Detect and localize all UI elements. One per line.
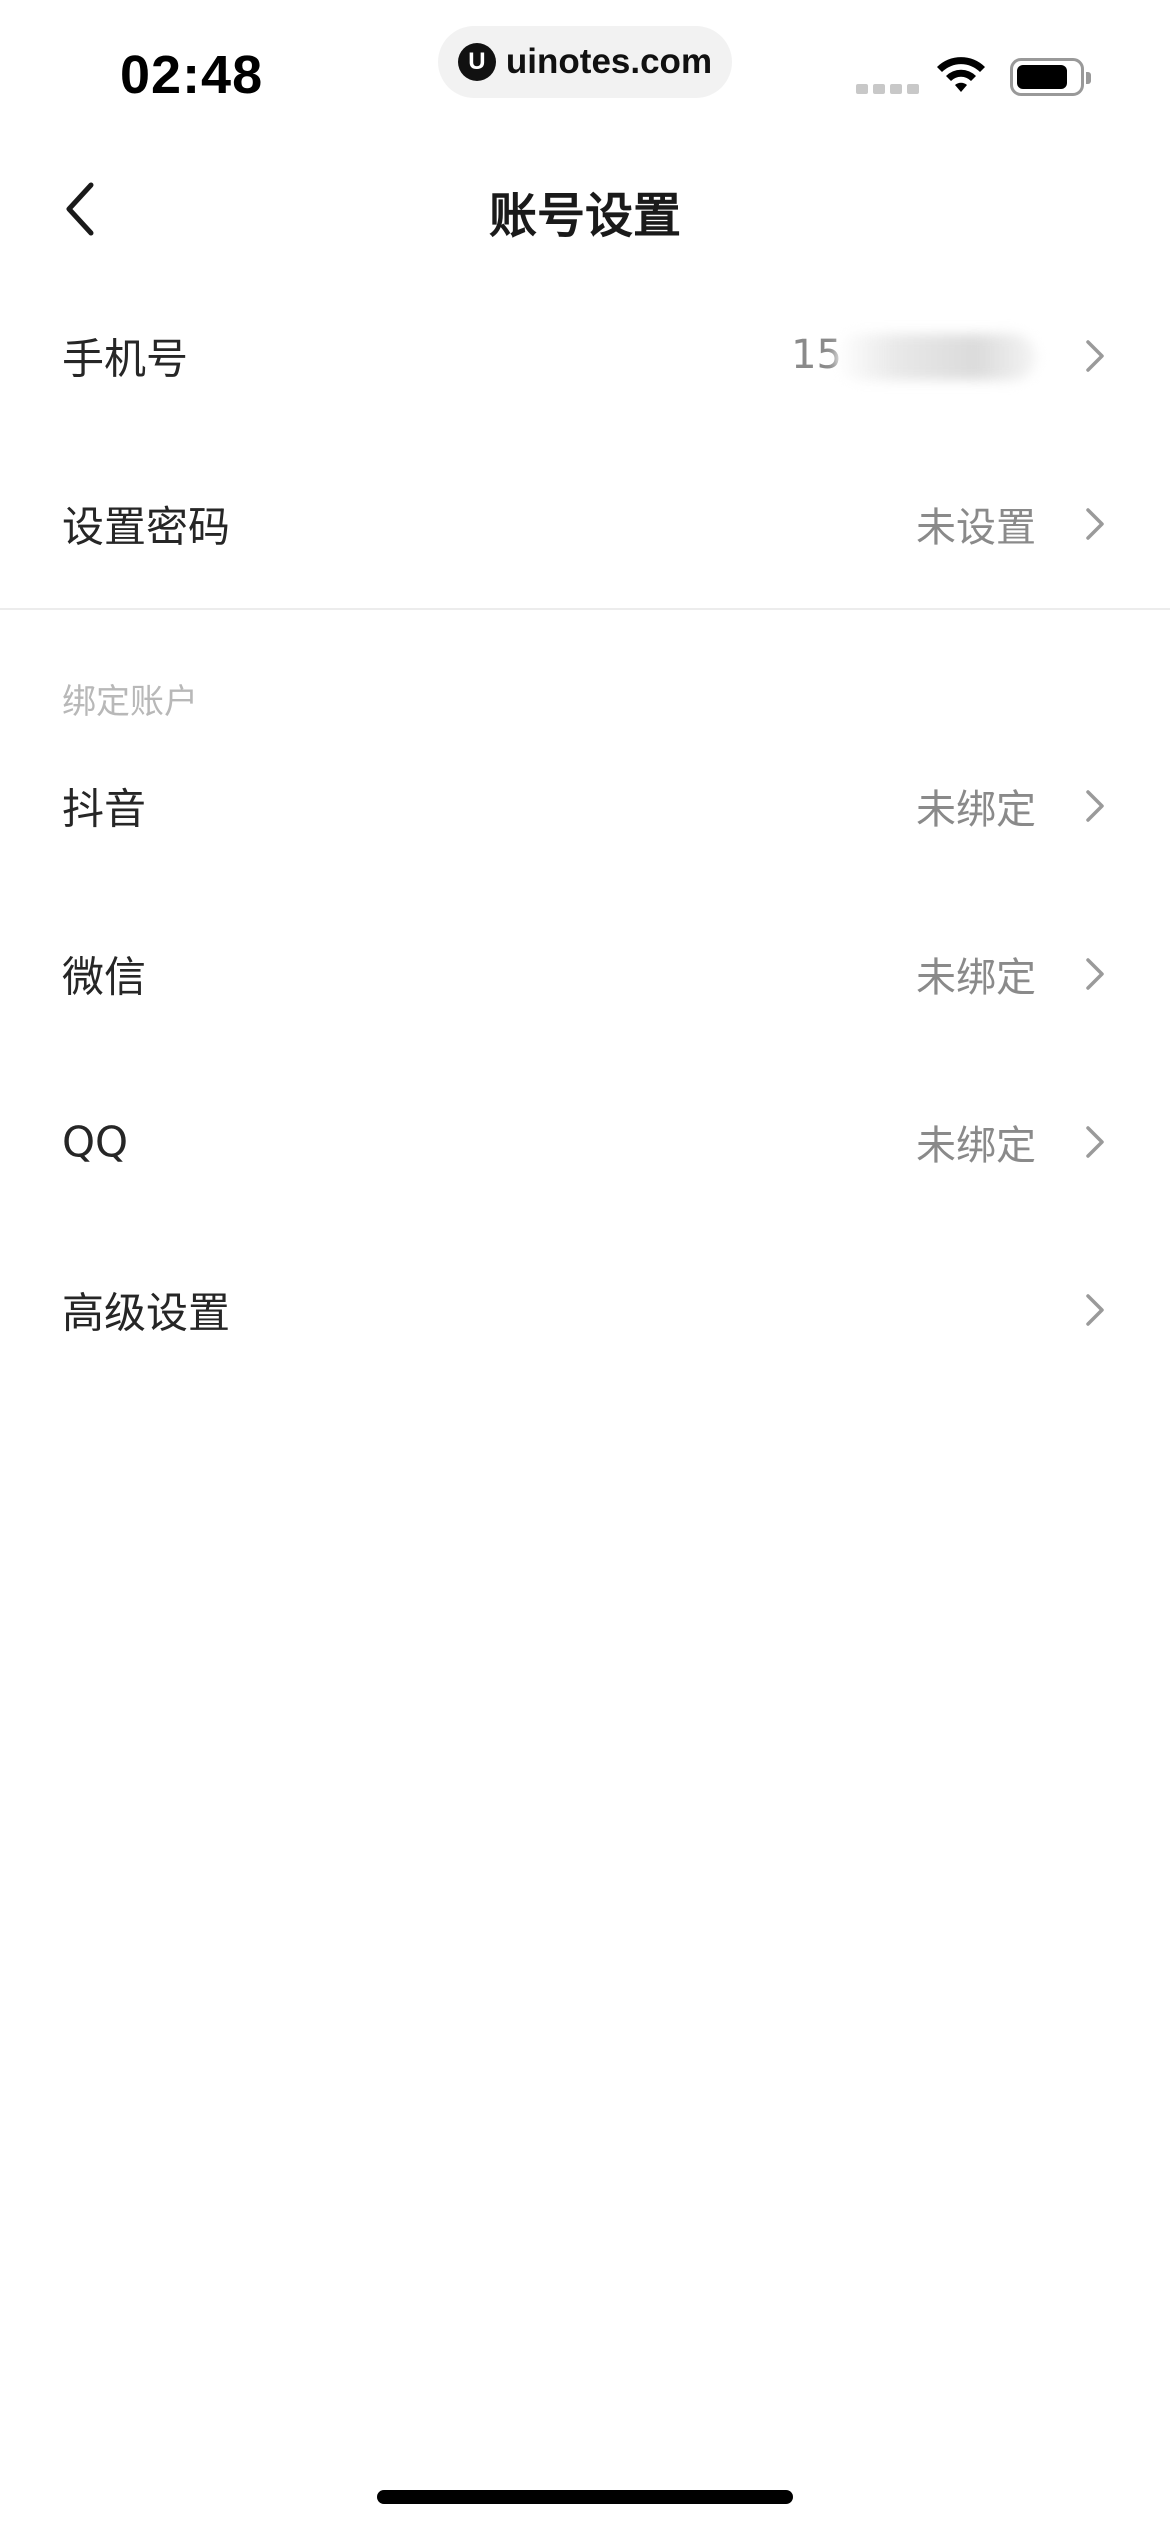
row-bind-douyin[interactable]: 抖音 未绑定 <box>0 722 1170 890</box>
row-password[interactable]: 设置密码 未设置 <box>0 440 1170 608</box>
row-douyin-label: 抖音 <box>62 784 147 834</box>
row-phone[interactable]: 手机号 15 <box>0 272 1170 440</box>
account-settings-screen: 02:48 U uinotes.com 账号设置 手机号 15 设置密码 未设置… <box>0 0 1170 2532</box>
row-bind-wechat[interactable]: 微信 未绑定 <box>0 890 1170 1058</box>
chevron-right-icon <box>1086 958 1104 990</box>
row-bind-qq[interactable]: QQ 未绑定 <box>0 1058 1170 1226</box>
section-label-bind-accounts: 绑定账户 <box>62 682 198 722</box>
uinotes-logo-icon: U <box>457 43 496 81</box>
phone-redaction-blur <box>836 334 1036 380</box>
row-advanced-label: 高级设置 <box>62 1288 231 1338</box>
row-wechat-label: 微信 <box>62 952 147 1002</box>
cellular-signal-icon <box>856 84 919 94</box>
wifi-icon <box>937 57 985 92</box>
status-time: 02:48 <box>120 45 264 105</box>
home-indicator[interactable] <box>377 2490 793 2504</box>
row-wechat-value: 未绑定 <box>916 955 1036 1001</box>
battery-icon <box>1010 58 1091 96</box>
chevron-right-icon <box>1086 508 1104 540</box>
row-advanced-settings[interactable]: 高级设置 <box>0 1226 1170 1394</box>
row-password-label: 设置密码 <box>62 502 231 552</box>
url-text: uinotes.com <box>505 42 713 81</box>
row-phone-label: 手机号 <box>62 334 189 384</box>
url-pill[interactable]: U uinotes.com <box>438 26 732 98</box>
chevron-right-icon <box>1086 1126 1104 1158</box>
section-divider <box>0 608 1170 610</box>
row-qq-label: QQ <box>62 1117 129 1167</box>
status-bar: 02:48 U uinotes.com <box>0 0 1170 140</box>
row-douyin-value: 未绑定 <box>916 787 1036 833</box>
chevron-right-icon <box>1086 1294 1104 1326</box>
row-password-value: 未设置 <box>916 505 1036 551</box>
row-qq-value: 未绑定 <box>916 1123 1036 1169</box>
chevron-right-icon <box>1086 790 1104 822</box>
page-title: 账号设置 <box>488 188 681 244</box>
nav-header: 账号设置 <box>0 150 1170 270</box>
phone-value: 15 <box>791 332 1036 380</box>
phone-value-visible: 15 <box>791 332 842 378</box>
chevron-right-icon <box>1086 340 1104 372</box>
